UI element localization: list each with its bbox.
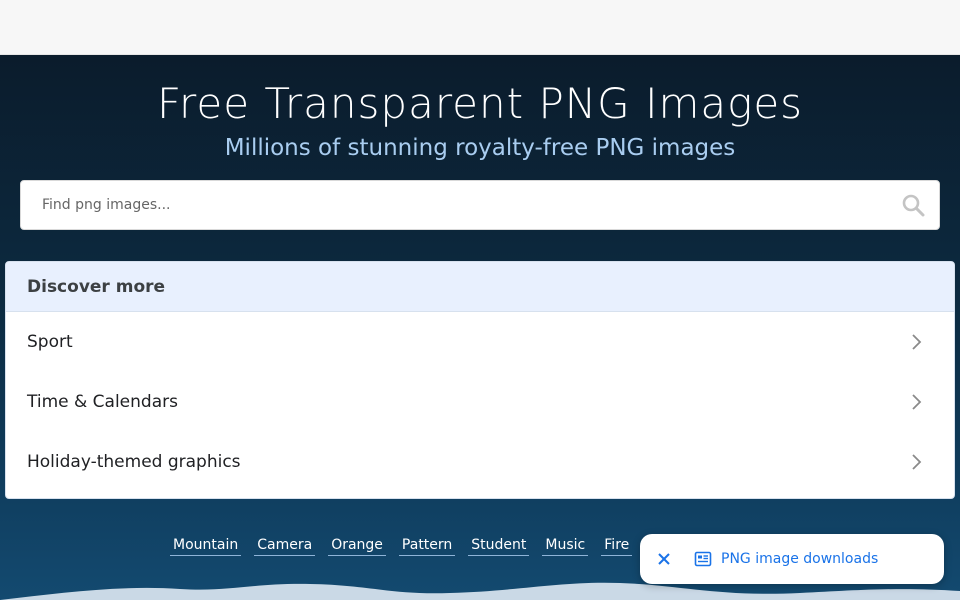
chevron-right-icon [912, 334, 922, 350]
discover-item-label: Time & Calendars [27, 392, 178, 412]
discover-item-label: Holiday-themed graphics [27, 452, 241, 472]
hero-section: Free Transparent PNG Images Millions of … [0, 55, 960, 600]
document-icon [694, 551, 712, 567]
discover-item-label: Sport [27, 332, 73, 352]
search-icon[interactable] [901, 193, 925, 217]
discover-item-sport[interactable]: Sport [6, 312, 954, 372]
tag-link[interactable]: Fire [601, 537, 633, 556]
tag-link[interactable]: Mountain [170, 537, 242, 556]
discover-more-panel: Discover more Sport Time & Calendars Hol… [5, 261, 955, 499]
close-icon [658, 553, 670, 565]
toast-label[interactable]: PNG image downloads [721, 551, 878, 567]
discover-more-header: Discover more [6, 262, 954, 312]
toast-notification: PNG image downloads [640, 534, 944, 584]
page-title: Free Transparent PNG Images [156, 79, 804, 128]
page-subtitle: Millions of stunning royalty-free PNG im… [224, 135, 736, 161]
tag-link[interactable]: Music [542, 537, 589, 556]
tag-links: Mountain Camera Orange Pattern Student M… [170, 537, 672, 556]
toast-close-button[interactable] [642, 534, 686, 584]
top-bar [0, 0, 960, 55]
search-input[interactable] [21, 181, 881, 229]
tag-link[interactable]: Camera [254, 537, 316, 556]
chevron-right-icon [912, 394, 922, 410]
discover-item-holiday-graphics[interactable]: Holiday-themed graphics [6, 432, 954, 492]
chevron-right-icon [912, 454, 922, 470]
discover-more-heading: Discover more [27, 276, 166, 297]
search-bar [20, 180, 940, 230]
tag-link[interactable]: Student [468, 537, 530, 556]
tag-link[interactable]: Orange [328, 537, 386, 556]
tag-link[interactable]: Pattern [398, 537, 456, 556]
discover-item-time-calendars[interactable]: Time & Calendars [6, 372, 954, 432]
